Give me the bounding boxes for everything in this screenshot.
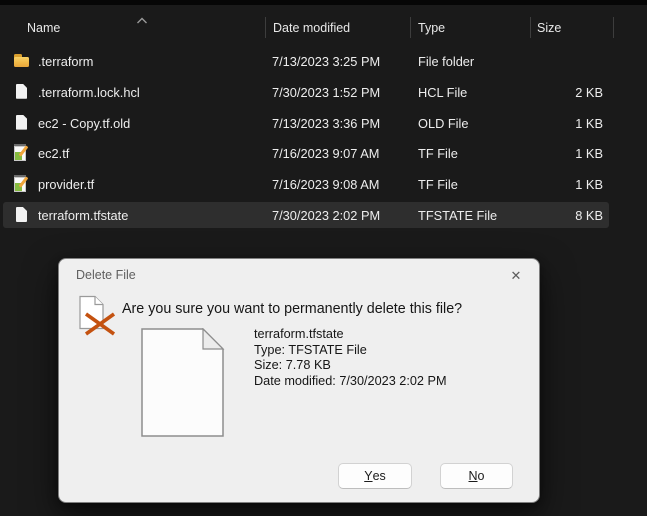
file-preview-icon bbox=[141, 327, 225, 443]
window-top-edge bbox=[0, 0, 647, 5]
dialog-button-row: Yes No bbox=[59, 463, 539, 489]
confirmation-question: Are you sure you want to permanently del… bbox=[122, 301, 463, 317]
column-header-type[interactable]: Type bbox=[418, 21, 445, 35]
file-name: terraform.tfstate bbox=[38, 207, 129, 223]
tf-file-icon bbox=[14, 144, 26, 162]
file-name: provider.tf bbox=[38, 177, 95, 193]
column-divider[interactable] bbox=[265, 17, 266, 38]
file-name: ec2.tf bbox=[38, 146, 70, 162]
sort-ascending-icon bbox=[136, 14, 148, 28]
file-row[interactable]: .terraform.lock.hcl 7/30/2023 1:52 PM HC… bbox=[3, 79, 609, 105]
column-divider[interactable] bbox=[410, 17, 411, 38]
detail-file-type: Type: TFSTATE File bbox=[254, 342, 367, 357]
file-row-selected[interactable]: terraform.tfstate 7/30/2023 2:02 PM TFST… bbox=[3, 201, 609, 228]
folder-icon bbox=[14, 53, 30, 69]
close-icon[interactable]: ✕ bbox=[503, 264, 529, 288]
file-date-modified: 7/16/2023 9:08 AM bbox=[272, 177, 380, 193]
file-date-modified: 7/13/2023 3:25 PM bbox=[272, 54, 381, 69]
tf-file-icon bbox=[14, 175, 26, 193]
dialog-title: Delete File bbox=[76, 268, 136, 282]
delete-file-icon bbox=[77, 295, 119, 342]
file-size: 1 KB bbox=[575, 177, 603, 193]
file-type: TF File bbox=[418, 177, 458, 193]
no-button-label: o bbox=[477, 469, 485, 483]
file-type: HCL File bbox=[418, 84, 468, 100]
file-row[interactable]: .terraform 7/13/2023 3:25 PM File folder bbox=[3, 48, 609, 74]
file-size: 8 KB bbox=[575, 207, 603, 223]
yes-button[interactable]: Yes bbox=[338, 463, 412, 489]
delete-file-dialog: Delete File ✕ Are you sure you want to p… bbox=[58, 258, 540, 503]
file-row[interactable]: ec2 - Copy.tf.old 7/13/2023 3:36 PM OLD … bbox=[3, 110, 609, 136]
file-name: ec2 - Copy.tf.old bbox=[38, 115, 131, 131]
file-list: .terraform 7/13/2023 3:25 PM File folder… bbox=[3, 48, 609, 228]
file-name: .terraform.lock.hcl bbox=[38, 84, 140, 100]
file-list-header: Name Date modified Type Size bbox=[0, 12, 647, 42]
file-size: 1 KB bbox=[575, 115, 603, 131]
file-icon bbox=[14, 115, 30, 131]
file-type: File folder bbox=[418, 54, 475, 69]
column-header-size[interactable]: Size bbox=[537, 21, 561, 35]
file-date-modified: 7/13/2023 3:36 PM bbox=[272, 115, 381, 131]
file-date-modified: 7/30/2023 1:52 PM bbox=[272, 84, 381, 100]
file-row[interactable]: ec2.tf 7/16/2023 9:07 AM TF File 1 KB bbox=[3, 140, 609, 166]
column-header-date-modified[interactable]: Date modified bbox=[273, 21, 350, 35]
no-button[interactable]: No bbox=[440, 463, 513, 489]
file-name: .terraform bbox=[38, 54, 94, 69]
column-divider[interactable] bbox=[530, 17, 531, 38]
yes-button-label: es bbox=[372, 469, 386, 483]
file-type: TF File bbox=[418, 146, 458, 162]
detail-file-size: Size: 7.78 KB bbox=[254, 358, 331, 373]
file-date-modified: 7/30/2023 2:02 PM bbox=[272, 207, 381, 223]
column-header-name[interactable]: Name bbox=[27, 21, 60, 35]
column-divider[interactable] bbox=[613, 17, 614, 38]
file-icon bbox=[14, 207, 30, 223]
file-size: 1 KB bbox=[575, 146, 603, 162]
file-icon bbox=[14, 84, 30, 100]
detail-file-name: terraform.tfstate bbox=[254, 327, 344, 341]
file-size: 2 KB bbox=[575, 84, 603, 100]
file-details: terraform.tfstate Type: TFSTATE File Siz… bbox=[254, 327, 447, 389]
file-type: OLD File bbox=[418, 115, 469, 131]
detail-date-modified: Date modified: 7/30/2023 2:02 PM bbox=[254, 373, 447, 388]
no-button-accesskey: N bbox=[468, 469, 478, 483]
file-date-modified: 7/16/2023 9:07 AM bbox=[272, 146, 380, 162]
file-row[interactable]: provider.tf 7/16/2023 9:08 AM TF File 1 … bbox=[3, 171, 609, 197]
yes-button-accesskey: Y bbox=[364, 469, 373, 483]
